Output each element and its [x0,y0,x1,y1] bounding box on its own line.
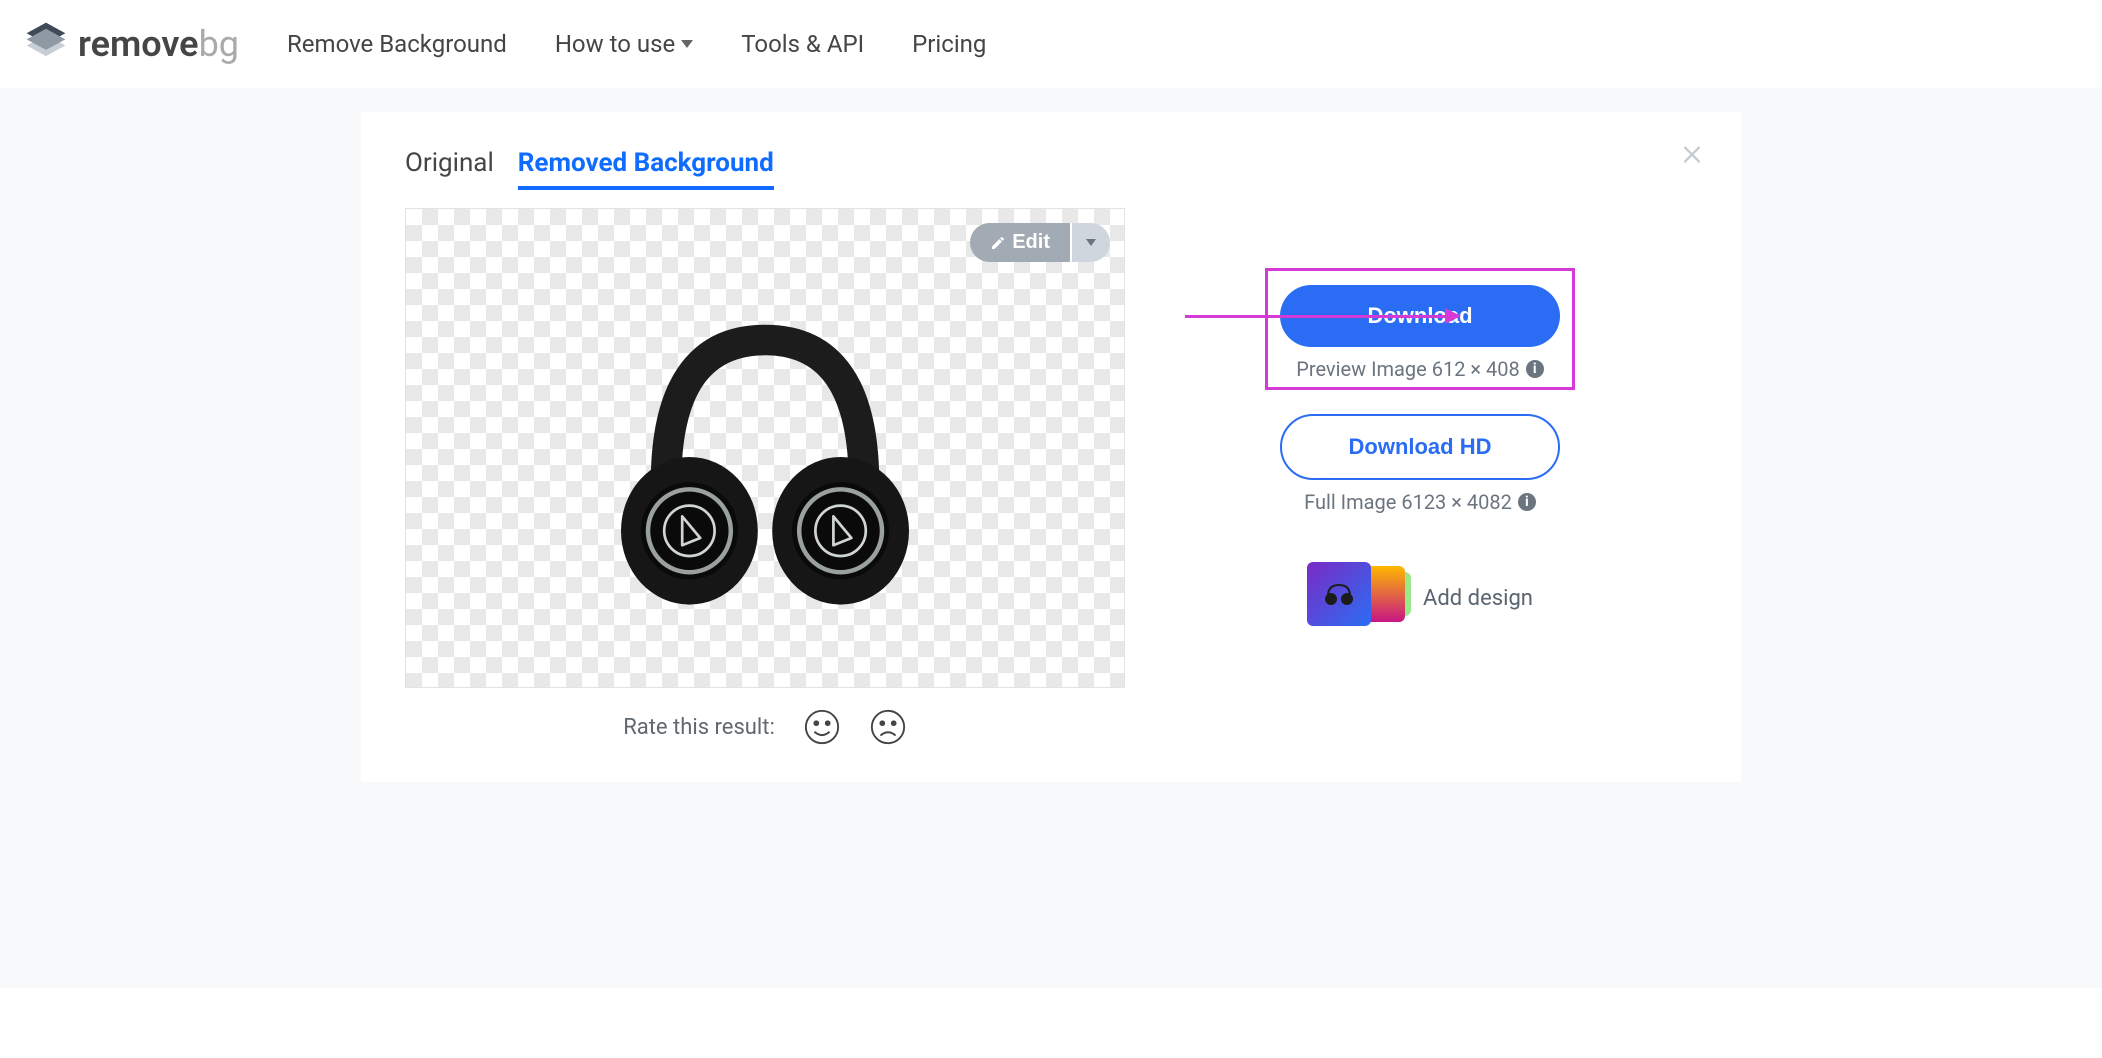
rate-label: Rate this result: [623,715,775,740]
logo-text: removebg [78,23,239,65]
design-thumbnails-icon [1307,562,1403,634]
pencil-icon [990,235,1006,251]
nav-pricing[interactable]: Pricing [912,30,986,58]
nav-tools-api[interactable]: Tools & API [741,30,864,58]
chevron-down-icon [681,40,693,48]
annotation-arrow [1185,308,1461,324]
headphones-image [585,268,945,628]
info-icon[interactable]: i [1518,493,1536,511]
nav-remove-background[interactable]: Remove Background [287,30,507,58]
nav-how-to-use[interactable]: How to use [555,30,693,58]
smile-icon[interactable] [803,708,841,746]
logo[interactable]: removebg [24,20,239,68]
full-image-size: Full Image 6123 × 4082 i [1304,490,1536,514]
tab-removed-background[interactable]: Removed Background [518,148,774,190]
preview-image-size: Preview Image 612 × 408 i [1296,357,1544,381]
edit-button[interactable]: Edit [970,223,1072,262]
image-preview: Edit [405,208,1125,688]
add-design-label: Add design [1423,586,1533,611]
tab-original[interactable]: Original [405,148,494,190]
info-icon[interactable]: i [1526,360,1544,378]
logo-icon [24,20,68,68]
annotation-highlight: Download Preview Image 612 × 408 i [1265,268,1575,390]
close-icon[interactable] [1679,140,1705,170]
frown-icon[interactable] [869,708,907,746]
chevron-down-icon [1086,239,1096,246]
add-design-button[interactable]: Add design [1307,562,1533,634]
edit-dropdown-button[interactable] [1072,223,1110,262]
download-hd-button[interactable]: Download HD [1280,414,1560,480]
result-card: Original Removed Background Edit [361,112,1741,782]
